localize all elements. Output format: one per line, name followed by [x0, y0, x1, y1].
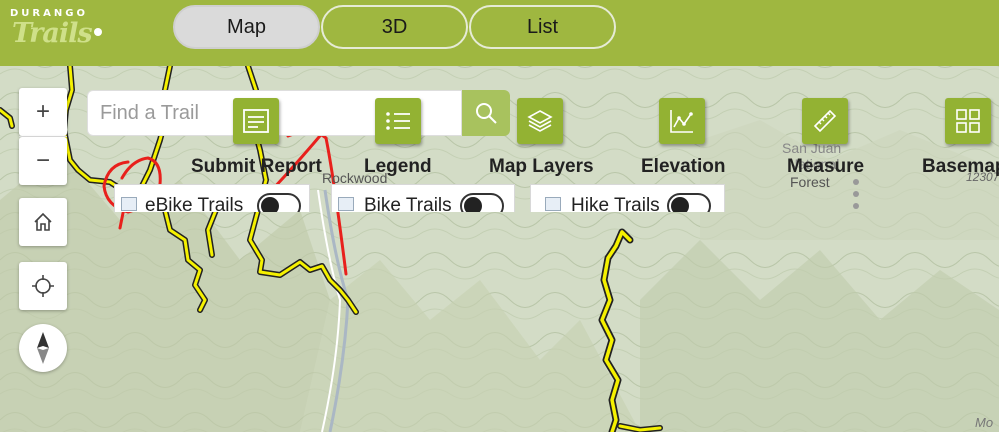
- zoom-in-button[interactable]: +: [19, 88, 67, 136]
- tab-3d[interactable]: 3D: [321, 5, 468, 49]
- chart-icon: [670, 110, 693, 133]
- search-icon: [476, 103, 497, 124]
- list-icon: [386, 112, 410, 130]
- grid-icon: [956, 109, 980, 133]
- basemap-label: Basemap: [922, 156, 999, 177]
- elevation-label-text: Elevation: [641, 156, 726, 177]
- crosshair-icon: [32, 275, 54, 297]
- ruler-icon: [813, 109, 837, 133]
- ebike-trails-switch[interactable]: [257, 193, 301, 212]
- bike-trails-switch[interactable]: [460, 193, 504, 212]
- search-placeholder: Find a Trail: [100, 102, 199, 124]
- tab-map[interactable]: Map: [173, 5, 320, 49]
- search-button[interactable]: [462, 90, 510, 136]
- tab-list-label: List: [526, 15, 559, 38]
- tab-3d-label: 3D: [381, 15, 408, 38]
- basemap-button[interactable]: [945, 98, 991, 144]
- locate-button[interactable]: [19, 262, 67, 310]
- hike-trails-label: Hike Trails: [571, 195, 660, 212]
- submit-report-button[interactable]: [233, 98, 279, 144]
- tab-list[interactable]: List: [469, 5, 616, 49]
- map-layers-button[interactable]: [517, 98, 563, 144]
- tab-map-label: Map: [227, 15, 266, 38]
- legend-button[interactable]: [375, 98, 421, 144]
- plus-icon: +: [35, 98, 50, 125]
- logo-dot-icon: [94, 28, 102, 36]
- hike-trails-switch[interactable]: [667, 193, 711, 212]
- measure-label: Measure: [787, 156, 865, 177]
- ebike-trails-toggle-card: eBike Trails: [114, 184, 310, 212]
- report-icon: [243, 109, 269, 133]
- hike-trails-toggle-card: Hike Trails: [530, 184, 725, 212]
- ebike-trails-label: eBike Trails: [145, 195, 244, 212]
- legend-label: Legend: [364, 156, 432, 177]
- layers-icon: [527, 110, 553, 132]
- ebike-image-icon: [121, 197, 137, 211]
- app-header: DURANGO Trails Map 3D List: [0, 0, 999, 66]
- zoom-out-button[interactable]: −: [19, 137, 67, 185]
- switch-knob: [261, 197, 279, 212]
- durango-trails-logo[interactable]: DURANGO Trails: [10, 8, 105, 50]
- map-attribution: Mo: [975, 415, 994, 430]
- submit-report-label: Submit Report: [191, 156, 322, 177]
- logo-main-text: Trails: [12, 18, 93, 49]
- measure-button[interactable]: [802, 98, 848, 144]
- compass-icon: [37, 332, 49, 364]
- bike-trails-toggle-card: Bike Trails: [331, 184, 515, 212]
- switch-knob: [464, 197, 482, 212]
- hike-image-icon: [545, 197, 561, 211]
- switch-knob: [671, 197, 689, 212]
- bike-image-icon: [338, 197, 354, 211]
- compass-button[interactable]: [19, 324, 67, 372]
- minus-icon: −: [35, 147, 50, 174]
- home-button[interactable]: [19, 198, 67, 246]
- bike-trails-label: Bike Trails: [364, 195, 452, 212]
- map-layers-label: Map Layers: [489, 156, 594, 177]
- home-icon: [34, 212, 52, 231]
- elevation-button[interactable]: [659, 98, 705, 144]
